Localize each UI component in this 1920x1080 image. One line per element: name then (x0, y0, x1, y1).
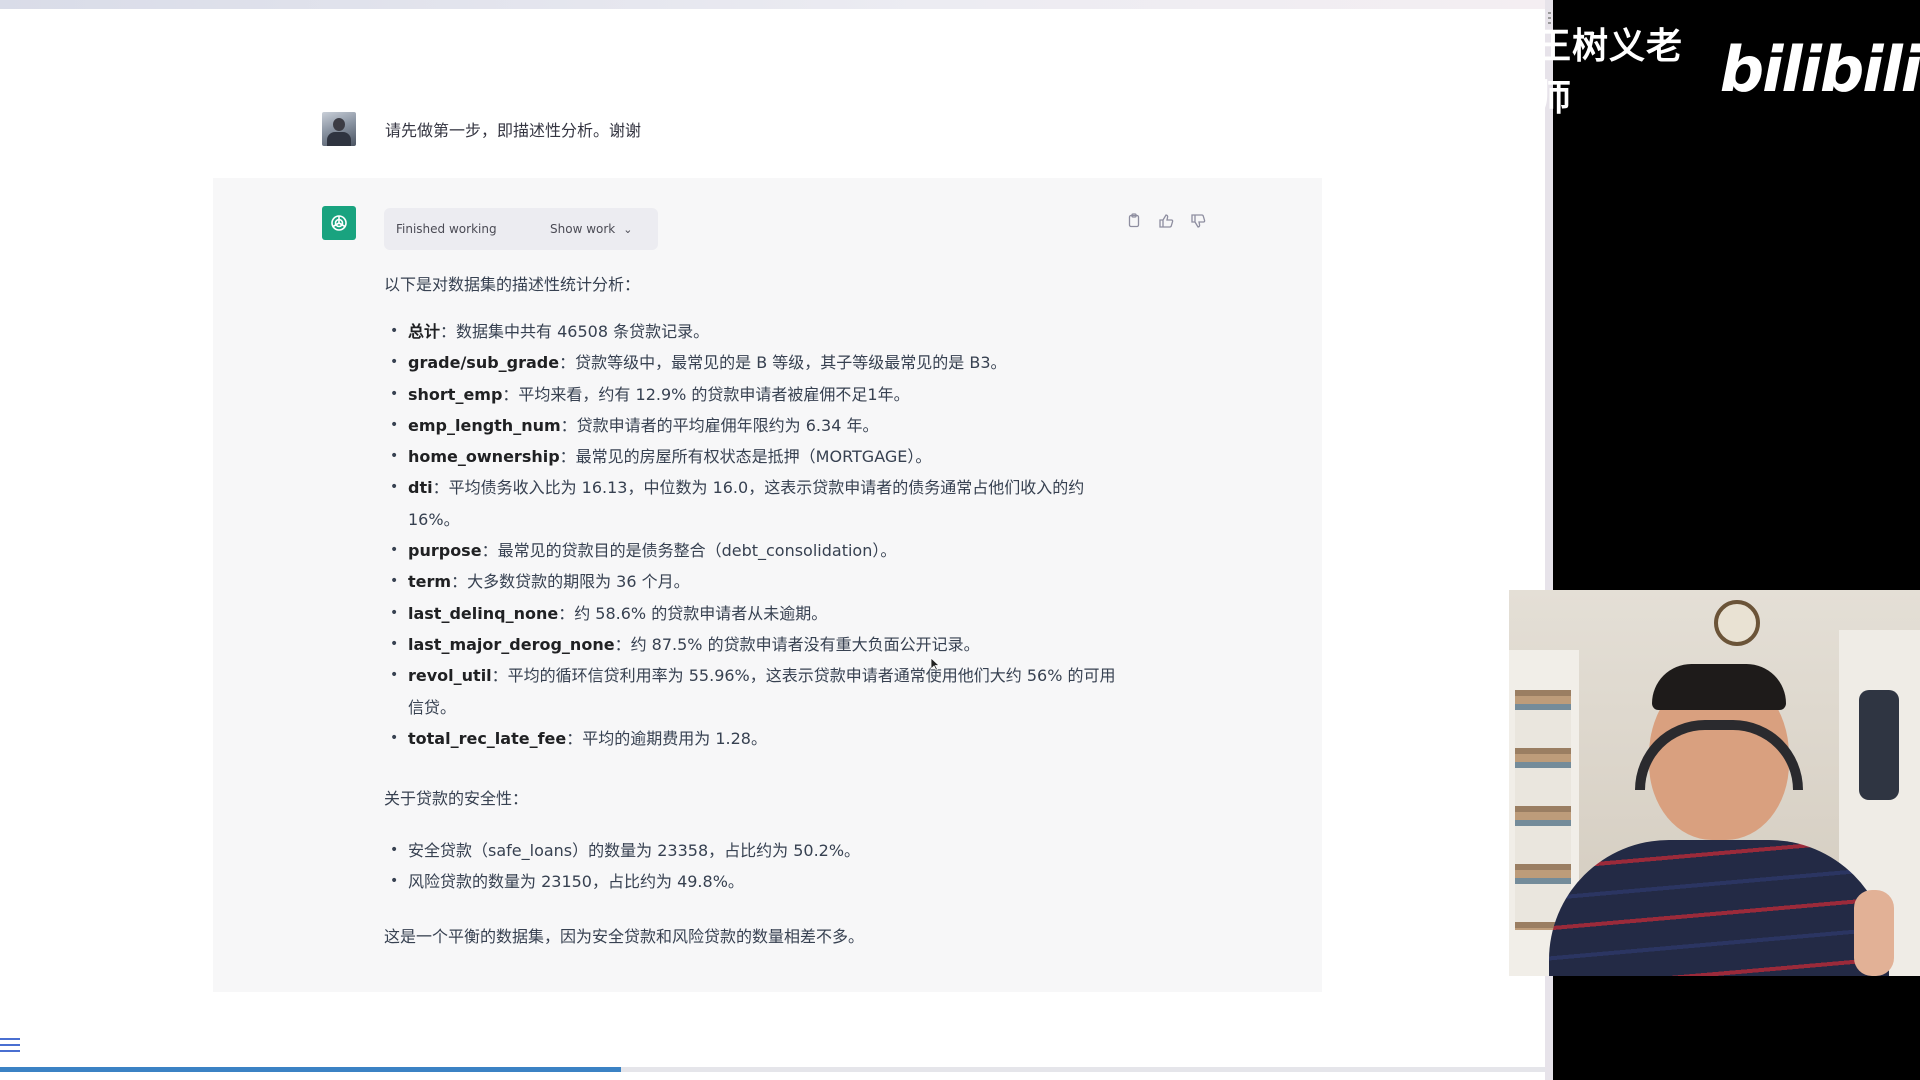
analysis-conclusion: 这是一个平衡的数据集，因为安全贷款和风险贷款的数量相差不多。 (384, 927, 865, 946)
list-item: dti：平均债务收入比为 16.13，中位数为 16.0，这表示贷款申请者的债务… (384, 472, 1124, 535)
list-item: short_emp：平均来看，约有 12.9% 的贷款申请者被雇佣不足1年。 (384, 379, 1124, 411)
statistics-list: 总计：数据集中共有 46508 条贷款记录。 grade/sub_grade：贷… (384, 316, 1124, 754)
work-status-pill: Finished working Show work ⌄ (384, 208, 658, 250)
list-item: grade/sub_grade：贷款等级中，最常见的是 B 等级，其子等级最常见… (384, 347, 1124, 379)
chat-window: 请先做第一步，即描述性分析。谢谢 Finished working Show w… (0, 0, 1553, 1080)
list-item: 安全贷款（safe_loans）的数量为 23358，占比约为 50.2%。 (384, 835, 860, 867)
presenter-name: 王树义老师 (1535, 26, 1684, 119)
show-work-label: Show work (550, 222, 616, 236)
safety-list: 安全贷款（safe_loans）的数量为 23358，占比约为 50.2%。 风… (384, 835, 860, 898)
video-progress-bar[interactable] (0, 1067, 1553, 1072)
copy-icon[interactable] (1124, 211, 1144, 231)
analysis-intro: 以下是对数据集的描述性统计分析： (384, 275, 641, 294)
list-item: last_major_derog_none：约 87.5% 的贷款申请者没有重大… (384, 629, 1124, 661)
user-message-text: 请先做第一步，即描述性分析。谢谢 (385, 121, 642, 140)
list-item: last_delinq_none：约 58.6% 的贷款申请者从未逾期。 (384, 598, 1124, 630)
list-item: purpose：最常见的贷款目的是债务整合（debt_consolidation… (384, 535, 1124, 567)
channel-watermark: 王树义老师 bilibili (1535, 26, 1920, 119)
mouse-cursor-icon (930, 657, 940, 671)
chatgpt-logo-icon (322, 206, 356, 240)
thumbs-up-icon[interactable] (1156, 211, 1176, 231)
presenter-webcam-feed (1509, 590, 1920, 976)
list-item: 总计：数据集中共有 46508 条贷款记录。 (384, 316, 1124, 348)
list-item: total_rec_late_fee：平均的逾期费用为 1.28。 (384, 723, 1124, 755)
user-message-row: 请先做第一步，即描述性分析。谢谢 (322, 112, 641, 146)
list-item: emp_length_num：贷款申请者的平均雇佣年限约为 6.34 年。 (384, 410, 1124, 442)
list-item: revol_util：平均的循环信贷利用率为 55.96%，这表示贷款申请者通常… (384, 660, 1124, 723)
user-avatar (322, 112, 356, 146)
wall-clock (1714, 600, 1760, 646)
show-work-button[interactable]: Show work ⌄ (550, 208, 632, 250)
bilibili-logo: bilibili (1719, 32, 1920, 106)
list-item: home_ownership：最常见的房屋所有权状态是抵押（MORTGAGE）。 (384, 441, 1124, 473)
safety-heading: 关于贷款的安全性： (384, 789, 529, 808)
work-status-label: Finished working (396, 222, 497, 236)
video-progress-fill (0, 1067, 622, 1072)
list-item: term：大多数贷款的期限为 36 个月。 (384, 566, 1124, 598)
message-actions (1124, 211, 1208, 231)
thumbs-down-icon[interactable] (1188, 211, 1208, 231)
hamburger-menu-icon[interactable] (0, 1034, 22, 1056)
window-top-strip (0, 0, 1553, 9)
assistant-message-panel: Finished working Show work ⌄ 以下是对数据集的描述性… (213, 178, 1322, 992)
chevron-down-icon: ⌄ (623, 222, 633, 236)
list-item: 风险贷款的数量为 23150，占比约为 49.8%。 (384, 866, 860, 898)
